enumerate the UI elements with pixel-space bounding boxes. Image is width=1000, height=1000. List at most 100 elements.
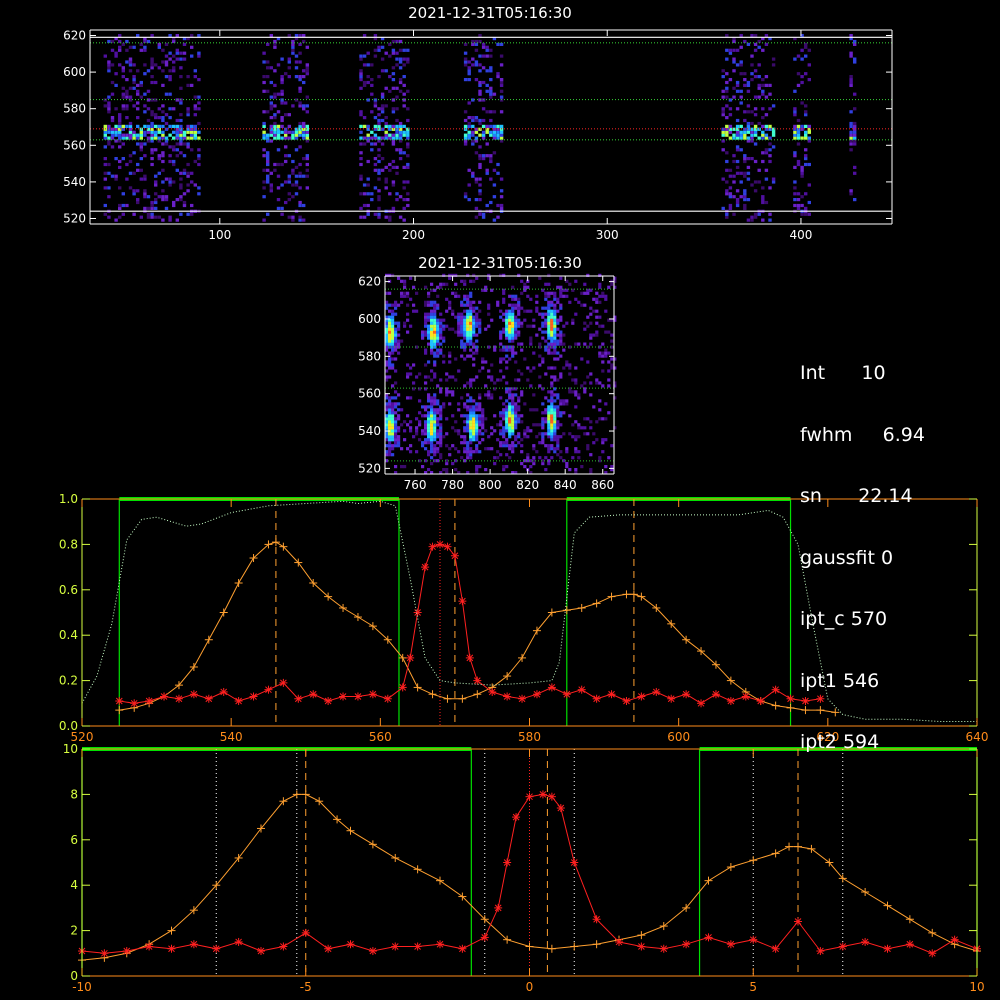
image-pixel (492, 151, 497, 155)
image-pixel (508, 333, 512, 337)
image-pixel (800, 127, 804, 131)
image-pixel (380, 104, 385, 108)
image-pixel (269, 133, 273, 137)
image-pixel (807, 48, 811, 52)
image-pixel (478, 417, 482, 421)
image-pixel (474, 180, 479, 184)
image-pixel (471, 116, 475, 120)
image-pixel (547, 351, 551, 355)
info-ipt1: ipt1 546 (800, 670, 925, 692)
image-pixel (439, 351, 443, 355)
image-pixel (436, 303, 440, 307)
image-pixel (511, 411, 515, 415)
image-pixel (739, 180, 743, 184)
image-pixel (276, 133, 281, 137)
image-pixel (478, 34, 482, 38)
image-pixel (298, 215, 302, 219)
image-pixel (502, 465, 506, 469)
image-pixel (538, 312, 542, 316)
image-pixel (746, 124, 751, 128)
image-pixel (397, 435, 401, 439)
image-pixel (469, 291, 473, 295)
image-pixel (467, 133, 471, 137)
image-pixel (490, 432, 494, 436)
image-pixel (800, 80, 804, 85)
image-pixel (139, 168, 143, 172)
image-pixel (460, 435, 464, 439)
image-pixel (508, 336, 512, 340)
info-int-value: 10 (861, 362, 886, 384)
image-pixel (359, 174, 363, 178)
image-pixel (753, 142, 758, 146)
image-pixel (430, 315, 434, 319)
image-pixel (598, 456, 602, 460)
image-pixel (445, 393, 449, 397)
image-pixel (475, 414, 479, 418)
image-pixel (182, 154, 187, 158)
image-pixel (391, 417, 395, 421)
image-pixel (391, 324, 395, 328)
image-pixel (439, 282, 443, 286)
image-pixel (168, 180, 172, 184)
image-pixel (273, 162, 277, 167)
image-pixel (391, 327, 395, 331)
image-pixel (559, 342, 563, 346)
image-pixel (168, 51, 172, 55)
image-pixel (132, 45, 136, 49)
image-pixel (735, 80, 740, 85)
image-pixel (380, 110, 385, 114)
image-pixel (418, 420, 422, 424)
image-pixel (804, 192, 808, 196)
image-pixel (454, 447, 458, 451)
image-pixel (505, 417, 509, 421)
image-pixel (391, 420, 395, 424)
image-pixel (469, 405, 473, 409)
image-pixel (517, 303, 521, 307)
image-pixel (472, 306, 476, 310)
image-pixel (398, 133, 403, 137)
image-pixel (287, 215, 291, 219)
image-pixel (469, 378, 473, 382)
image-pixel (398, 80, 403, 85)
image-pixel (544, 408, 548, 412)
image-pixel (415, 309, 419, 313)
image-pixel (118, 124, 122, 128)
image-pixel (294, 192, 299, 196)
image-pixel (484, 468, 488, 472)
image-pixel (472, 438, 476, 442)
image-pixel (478, 300, 482, 304)
image-pixel (505, 324, 509, 328)
image-pixel (362, 54, 367, 58)
image-pixel (161, 142, 165, 146)
image-pixel (598, 282, 602, 286)
image-pixel (430, 423, 434, 427)
image-pixel (266, 110, 270, 114)
image-pixel (541, 438, 545, 442)
image-pixel (395, 192, 399, 196)
image-pixel (436, 402, 440, 406)
image-pixel (472, 324, 476, 328)
image-pixel (849, 148, 853, 152)
image-pixel (463, 447, 467, 451)
image-pixel (550, 375, 554, 379)
image-pixel (305, 95, 309, 99)
image-pixel (143, 195, 147, 199)
image-pixel (164, 177, 169, 181)
image-pixel (520, 390, 524, 394)
image-pixel (136, 124, 140, 128)
image-pixel (276, 63, 281, 67)
image-pixel (175, 34, 179, 38)
image-pixel (541, 462, 545, 466)
image-pixel (463, 282, 467, 286)
image-pixel (128, 69, 133, 73)
image-pixel (457, 333, 461, 337)
image-pixel (377, 148, 381, 152)
image-pixel (463, 435, 467, 439)
image-pixel (433, 330, 437, 334)
image-pixel (193, 159, 197, 164)
image-pixel (388, 89, 392, 93)
image-pixel (725, 192, 729, 196)
image-pixel (403, 429, 407, 433)
image-pixel (514, 444, 518, 448)
image-pixel (463, 118, 468, 123)
